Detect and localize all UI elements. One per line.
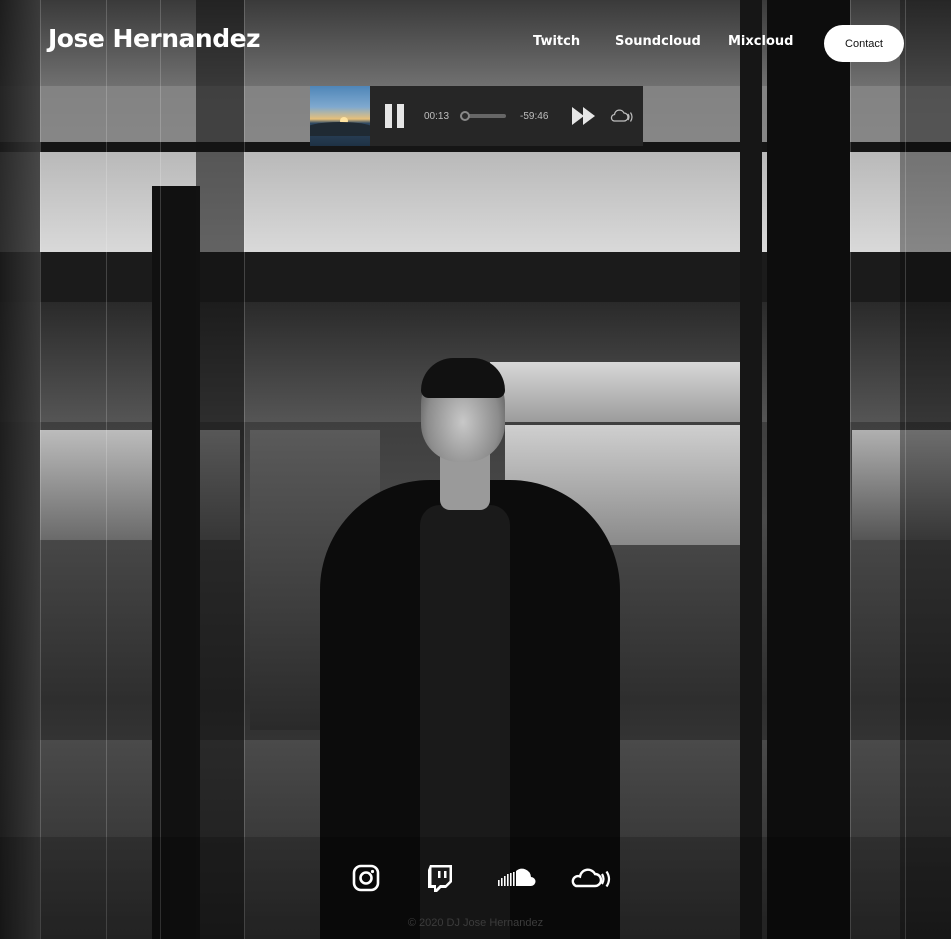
- progress-handle[interactable]: [460, 111, 471, 121]
- site-header: Jose Hernandez Twitch Soundcloud Mixclou…: [0, 0, 951, 86]
- pause-icon: [385, 104, 392, 128]
- twitch-icon: [428, 865, 452, 892]
- nav-link-soundcloud[interactable]: Soundcloud: [615, 34, 701, 49]
- soundcloud-icon: [498, 868, 536, 886]
- nav-link-twitch[interactable]: Twitch: [533, 34, 580, 49]
- mixcloud-link[interactable]: [571, 863, 613, 893]
- fast-forward-button[interactable]: [572, 107, 596, 125]
- mixcloud-icon: [571, 868, 611, 888]
- fast-forward-icon: [572, 107, 596, 125]
- contact-button[interactable]: Contact: [824, 25, 904, 62]
- copyright-text: © 2020 DJ Jose Hernandez: [407, 917, 544, 929]
- pause-button[interactable]: [385, 104, 405, 128]
- mixcloud-player-icon[interactable]: [610, 107, 634, 125]
- audio-player: 00:13 -59:46: [310, 86, 643, 146]
- site-title[interactable]: Jose Hernandez: [48, 24, 261, 53]
- track-cover-image: [310, 86, 370, 146]
- instagram-icon: [352, 864, 380, 892]
- soundcloud-link[interactable]: [497, 863, 539, 893]
- progress-slider[interactable]: [460, 111, 507, 121]
- elapsed-time: 00:13: [424, 110, 450, 122]
- instagram-link[interactable]: [351, 863, 381, 893]
- twitch-link[interactable]: [425, 863, 455, 893]
- remaining-time: -59:46: [520, 110, 549, 122]
- nav-link-mixcloud[interactable]: Mixcloud: [728, 34, 793, 49]
